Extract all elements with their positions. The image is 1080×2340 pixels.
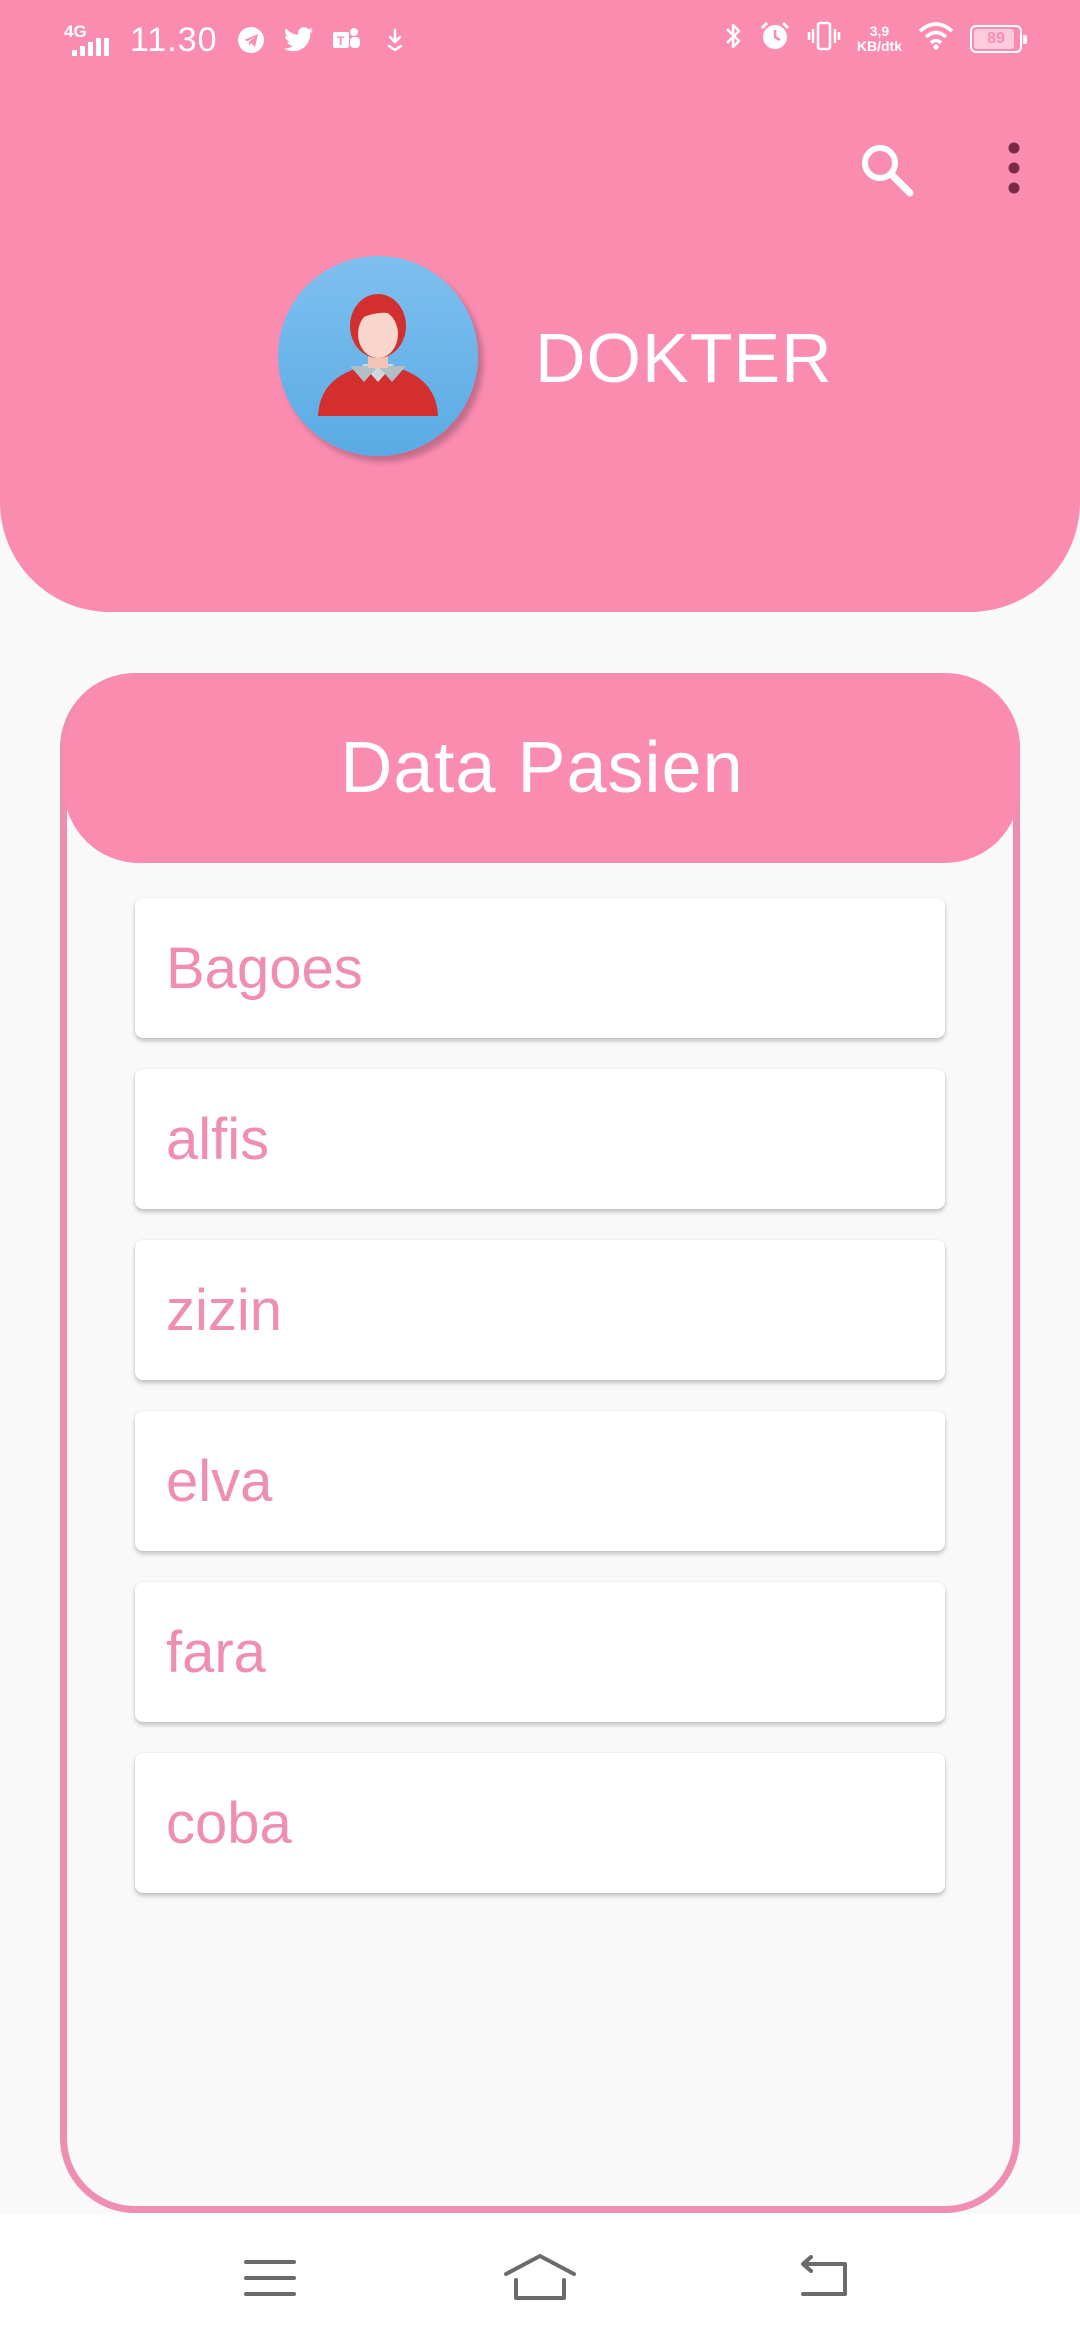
home-button[interactable] — [500, 2238, 580, 2318]
battery-level: 89 — [987, 29, 1005, 47]
search-icon — [862, 145, 914, 197]
telegram-icon — [236, 25, 266, 55]
search-button[interactable] — [855, 138, 919, 202]
more-vert-icon — [1008, 142, 1020, 194]
doctor-avatar — [278, 256, 478, 456]
bluetooth-icon — [723, 20, 743, 57]
alarm-icon — [759, 20, 791, 57]
more-options-button[interactable] — [996, 136, 1032, 200]
patient-name: Bagoes — [166, 935, 363, 1001]
doctor-title: DOKTER — [535, 319, 833, 397]
list-item[interactable]: elva — [135, 1411, 945, 1551]
twitter-icon — [283, 25, 314, 55]
status-left: 4G 11.30 T — [64, 20, 410, 60]
card-header: Data Pasien — [64, 673, 1020, 863]
screen: 4G 11.30 T 3,9 KB/dtk 89 DOKTER Data Pas… — [0, 0, 1080, 2340]
menu-icon — [244, 2260, 296, 2296]
home-icon — [504, 2254, 576, 2300]
patient-name: elva — [166, 1448, 273, 1514]
doctor-avatar-icon — [318, 294, 438, 416]
patient-name: coba — [166, 1790, 292, 1856]
back-button[interactable] — [783, 2238, 863, 2318]
status-bar: 4G 11.30 T 3,9 KB/dtk 89 — [0, 0, 1080, 84]
list-item[interactable]: coba — [135, 1753, 945, 1893]
recents-button[interactable] — [230, 2238, 310, 2318]
clock: 11.30 — [130, 20, 218, 59]
speed-unit: KB/dtk — [856, 37, 902, 54]
list-item[interactable]: zizin — [135, 1240, 945, 1380]
svg-text:T: T — [337, 34, 345, 48]
list-item[interactable]: fara — [135, 1582, 945, 1722]
network-speed: 3,9 KB/dtk — [856, 22, 902, 54]
status-right: 3,9 KB/dtk 89 — [723, 20, 1027, 57]
speed-value: 3,9 — [869, 22, 890, 39]
battery-icon: 89 — [970, 24, 1027, 53]
patient-name: alfis — [166, 1106, 270, 1172]
list-item[interactable]: Bagoes — [135, 898, 945, 1038]
wifi-icon — [918, 21, 954, 56]
header: 4G 11.30 T 3,9 KB/dtk 89 DOKTER — [0, 0, 1080, 612]
patient-name: zizin — [166, 1277, 283, 1343]
card-title: Data Pasien — [340, 728, 744, 808]
patient-list: Bagoes alfis zizin elva fara coba — [135, 898, 945, 1924]
signal-icon: 4G — [64, 20, 112, 60]
download-icon — [380, 25, 410, 55]
vibrate-icon — [807, 20, 841, 57]
navigation-bar — [0, 2214, 1080, 2340]
back-icon — [801, 2255, 847, 2296]
list-item[interactable]: alfis — [135, 1069, 945, 1209]
patient-name: fara — [166, 1619, 266, 1685]
teams-icon: T — [332, 25, 362, 55]
network-type: 4G — [64, 22, 87, 41]
